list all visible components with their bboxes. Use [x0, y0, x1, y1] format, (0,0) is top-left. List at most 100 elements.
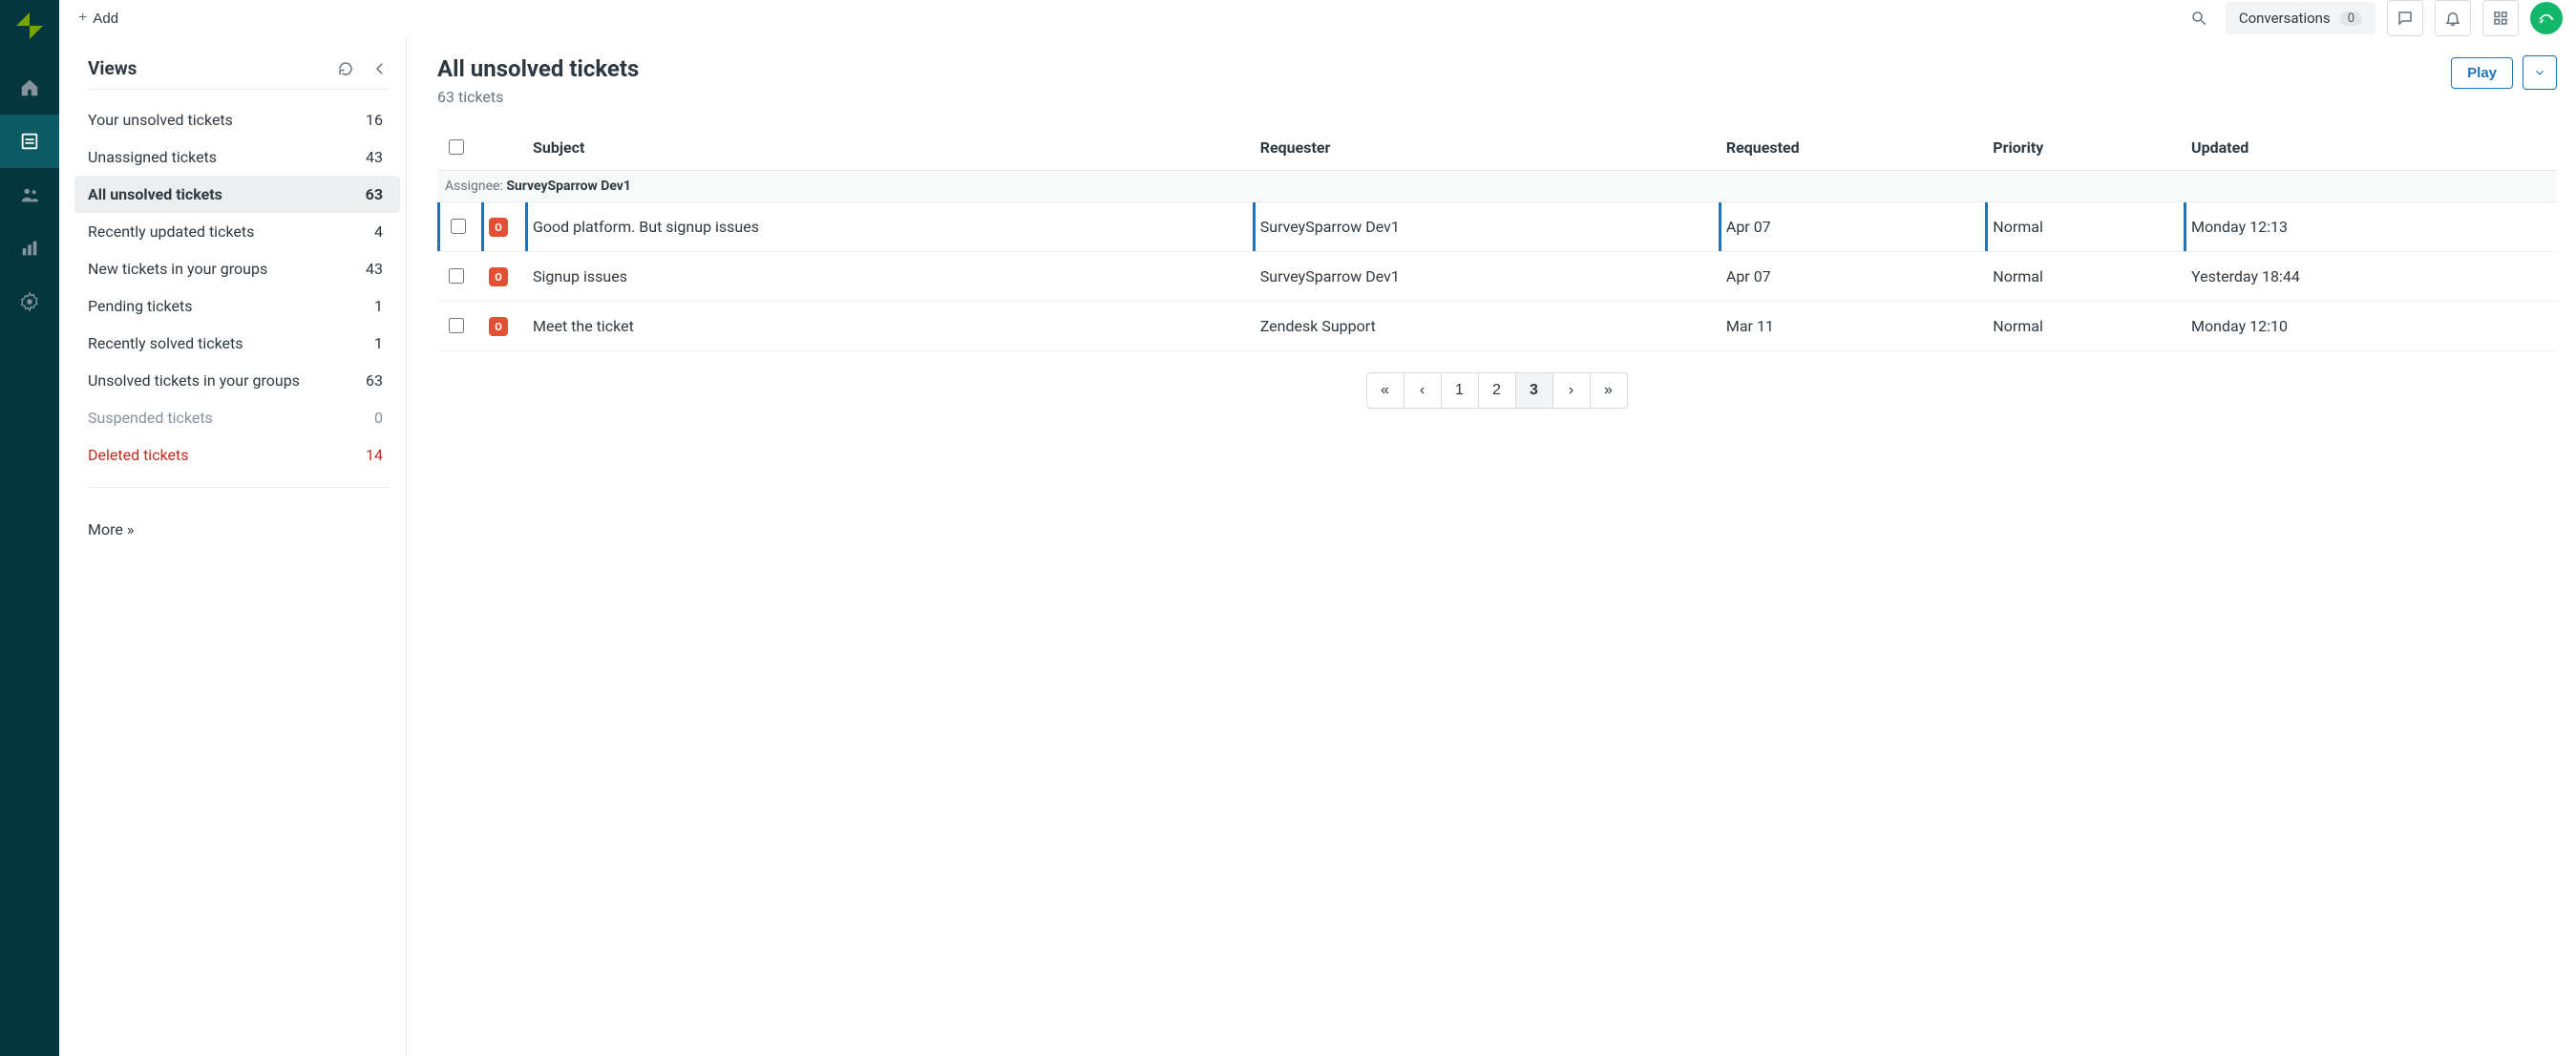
apps-button[interactable]: [2482, 0, 2519, 36]
sidebar-item-count: 1: [374, 297, 389, 315]
cell-priority: Normal: [1985, 302, 2184, 351]
nav-customers[interactable]: [0, 168, 59, 222]
plus-icon: +: [78, 10, 87, 27]
select-all-checkbox[interactable]: [449, 139, 464, 155]
cell-requester: Zendesk Support: [1253, 302, 1719, 351]
col-updated[interactable]: Updated: [2184, 125, 2557, 171]
page-title: All unsolved tickets: [437, 55, 639, 82]
page-1[interactable]: 1: [1441, 372, 1479, 409]
conversations-label: Conversations: [2239, 10, 2331, 27]
sidebar-item-count: 14: [366, 446, 389, 464]
nav-home[interactable]: [0, 61, 59, 115]
sidebar-item-label: Recently updated tickets: [88, 222, 254, 241]
sidebar-item-label: Unsolved tickets in your groups: [88, 371, 300, 390]
refresh-views-button[interactable]: [337, 60, 354, 77]
group-row: Assignee: SurveySparrow Dev1: [437, 171, 2557, 202]
conversations-count: 0: [2340, 11, 2362, 26]
sidebar-item[interactable]: All unsolved tickets 63: [74, 176, 400, 213]
chat-icon: [2397, 10, 2414, 27]
ticket-row[interactable]: OGood platform. But signup issuesSurveyS…: [437, 202, 2557, 252]
cell-updated: Monday 12:10: [2184, 302, 2557, 351]
sidebar-item[interactable]: Your unsolved tickets 16: [74, 101, 400, 138]
sidebar-item[interactable]: Recently updated tickets 4: [74, 213, 400, 250]
play-dropdown[interactable]: [2523, 55, 2557, 90]
cell-priority: Normal: [1985, 252, 2184, 302]
page-prev[interactable]: ‹: [1404, 372, 1442, 409]
bell-icon: [2444, 10, 2461, 27]
sidebar-item[interactable]: Recently solved tickets 1: [74, 325, 400, 362]
cell-subject: Good platform. But signup issues: [525, 202, 1253, 252]
cell-requested: Apr 07: [1719, 252, 1985, 302]
sidebar-item-count: 43: [366, 148, 389, 166]
add-button[interactable]: + Add: [73, 6, 124, 31]
sidebar-item-count: 63: [366, 371, 389, 390]
chevron-down-icon: [2533, 66, 2546, 79]
play-button[interactable]: Play: [2451, 57, 2513, 89]
page-2[interactable]: 2: [1478, 372, 1516, 409]
cell-updated: Monday 12:13: [2184, 202, 2557, 252]
cell-subject: Signup issues: [525, 252, 1253, 302]
sidebar-item[interactable]: Unassigned tickets 43: [74, 138, 400, 176]
col-requested[interactable]: Requested: [1719, 125, 1985, 171]
conversations-button[interactable]: Conversations 0: [2226, 2, 2375, 34]
sidebar-item-label: Your unsolved tickets: [88, 111, 233, 129]
sidebar-item[interactable]: New tickets in your groups43: [74, 250, 400, 287]
row-checkbox[interactable]: [449, 318, 464, 333]
col-subject[interactable]: Subject: [525, 125, 1253, 171]
search-icon: [2190, 10, 2207, 27]
more-views-link[interactable]: More »: [88, 520, 134, 539]
cell-subject: Meet the ticket: [525, 302, 1253, 351]
search-button[interactable]: [2184, 0, 2214, 36]
page-first[interactable]: «: [1366, 372, 1404, 409]
nav-rail: [0, 0, 59, 1056]
sidebar-item[interactable]: Pending tickets 1: [74, 287, 400, 325]
page-3[interactable]: 3: [1515, 372, 1553, 409]
avatar[interactable]: [2530, 2, 2563, 34]
notifications-button[interactable]: [2435, 0, 2471, 36]
tickets-table: Subject Requester Requested Priority Upd…: [437, 125, 2557, 351]
sidebar-item-label: Pending tickets: [88, 297, 192, 315]
chevron-left-icon: [371, 60, 389, 77]
collapse-views-button[interactable]: [371, 60, 389, 77]
sidebar-item-label: All unsolved tickets: [88, 185, 222, 203]
group-label: Assignee:: [445, 179, 503, 194]
pagination: «‹123›»: [437, 372, 2557, 409]
nav-admin[interactable]: [0, 275, 59, 328]
apps-icon: [2492, 10, 2509, 27]
sidebar-item-label: Recently solved tickets: [88, 334, 243, 352]
sidebar-item[interactable]: Unsolved tickets in your groups 63: [74, 362, 400, 399]
cell-updated: Yesterday 18:44: [2184, 252, 2557, 302]
sidebar-item[interactable]: Suspended tickets 0: [74, 399, 400, 436]
page-last[interactable]: »: [1590, 372, 1628, 409]
add-label: Add: [93, 11, 118, 27]
cell-priority: Normal: [1985, 202, 2184, 252]
col-requester[interactable]: Requester: [1253, 125, 1719, 171]
divider: [88, 89, 389, 90]
page-next[interactable]: ›: [1552, 372, 1591, 409]
sidebar-item-count: 4: [374, 222, 389, 241]
group-value: SurveySparrow Dev1: [506, 179, 631, 194]
row-checkbox[interactable]: [449, 268, 464, 284]
sidebar-item-count: 1: [374, 334, 389, 352]
cell-requested: Mar 11: [1719, 302, 1985, 351]
refresh-icon: [337, 60, 354, 77]
chat-button[interactable]: [2387, 0, 2423, 36]
ticket-row[interactable]: OMeet the ticketZendesk SupportMar 11Nor…: [437, 302, 2557, 351]
sidebar-item-count: 63: [366, 185, 389, 203]
sidebar-item[interactable]: Deleted tickets14: [74, 436, 400, 474]
ticket-count: 63 tickets: [437, 88, 639, 106]
col-priority[interactable]: Priority: [1985, 125, 2184, 171]
sidebar-item-count: 16: [366, 111, 389, 129]
views-list: Your unsolved tickets 16 Unassigned ticket…: [88, 101, 389, 474]
cell-requester: SurveySparrow Dev1: [1253, 252, 1719, 302]
status-badge-open: O: [489, 218, 508, 237]
sidebar-item-label: Suspended tickets: [88, 409, 213, 427]
ticket-row[interactable]: OSignup issuesSurveySparrow Dev1Apr 07No…: [437, 252, 2557, 302]
row-checkbox[interactable]: [451, 219, 466, 234]
sidebar-item-label: Unassigned tickets: [88, 148, 217, 166]
nav-views[interactable]: [0, 115, 59, 168]
brand-logo[interactable]: [0, 8, 59, 44]
sidebar-item-count: 43: [366, 260, 389, 278]
sidebar-item-count: 0: [374, 409, 389, 427]
nav-reports[interactable]: [0, 222, 59, 275]
